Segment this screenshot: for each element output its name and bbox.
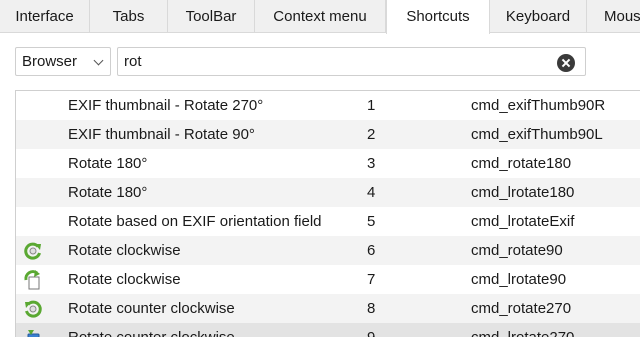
tab-bar: Interface Tabs ToolBar Context menu Shor… xyxy=(0,0,640,34)
tab-tabs[interactable]: Tabs xyxy=(90,0,168,33)
table-row[interactable]: EXIF thumbnail - Rotate 270° 1 cmd_exifT… xyxy=(16,91,640,120)
shortcuts-panel: Browser rot EXIF thumbnail - Rotate 270°… xyxy=(0,34,640,337)
rotate-counterclockwise-file-icon xyxy=(27,330,40,337)
table-row[interactable]: Rotate clockwise 7 cmd_lrotate90 xyxy=(16,265,640,294)
shortcut-key: 2 xyxy=(367,126,376,143)
tab-mouse[interactable]: Mous xyxy=(587,0,640,33)
command-id: cmd_lrotate90 xyxy=(471,271,567,288)
command-name: Rotate counter clockwise xyxy=(68,300,235,317)
command-id: cmd_lrotateExif xyxy=(471,213,575,230)
command-id: cmd_exifThumb90R xyxy=(471,97,606,114)
tab-interface[interactable]: Interface xyxy=(0,0,90,33)
scope-select-value: Browser xyxy=(22,53,78,70)
shortcut-list: EXIF thumbnail - Rotate 270° 1 cmd_exifT… xyxy=(15,90,640,337)
search-input-value: rot xyxy=(124,53,142,70)
shortcut-key: 9 xyxy=(367,323,375,337)
table-row[interactable]: Rotate based on EXIF orientation field 5… xyxy=(16,207,640,236)
shortcut-key: 1 xyxy=(367,97,376,114)
rotate-clockwise-icon xyxy=(24,242,41,260)
shortcut-key: 5 xyxy=(367,213,376,230)
table-row[interactable]: Rotate counter clockwise 8 cmd_rotate270 xyxy=(16,294,640,323)
command-name: Rotate 180° xyxy=(68,184,148,201)
command-id: cmd_exifThumb90L xyxy=(471,126,603,143)
shortcut-key: 6 xyxy=(367,242,376,259)
chevron-down-icon xyxy=(93,55,104,66)
table-row[interactable]: Rotate counter clockwise 9 cmd_lrotate27… xyxy=(16,323,640,337)
tab-toolbar[interactable]: ToolBar xyxy=(168,0,255,33)
shortcut-key: 3 xyxy=(367,155,376,172)
command-id: cmd_rotate180 xyxy=(471,155,572,172)
command-id: cmd_rotate90 xyxy=(471,242,563,259)
command-name: Rotate clockwise xyxy=(68,271,181,288)
table-row[interactable]: Rotate 180° 4 cmd_lrotate180 xyxy=(16,178,640,207)
command-name: Rotate based on EXIF orientation field xyxy=(68,213,322,230)
command-id: cmd_lrotate270 xyxy=(471,323,574,337)
rotate-clockwise-file-icon xyxy=(24,270,40,290)
search-input[interactable]: rot xyxy=(117,47,586,76)
command-name: Rotate counter clockwise xyxy=(68,323,235,337)
table-row[interactable]: Rotate clockwise 6 cmd_rotate90 xyxy=(16,236,640,265)
shortcut-key: 8 xyxy=(367,300,376,317)
tab-keyboard[interactable]: Keyboard xyxy=(490,0,587,33)
scope-select[interactable]: Browser xyxy=(15,47,111,76)
clear-search-icon[interactable] xyxy=(557,54,575,72)
command-id: cmd_rotate270 xyxy=(471,300,572,317)
command-name: EXIF thumbnail - Rotate 90° xyxy=(68,126,255,143)
shortcut-key: 4 xyxy=(367,184,376,201)
tab-context-menu[interactable]: Context menu xyxy=(255,0,386,33)
shortcut-key: 7 xyxy=(367,271,376,288)
command-name: EXIF thumbnail - Rotate 270° xyxy=(68,97,264,114)
table-row[interactable]: Rotate 180° 3 cmd_rotate180 xyxy=(16,149,640,178)
command-id: cmd_lrotate180 xyxy=(471,184,575,201)
command-name: Rotate clockwise xyxy=(68,242,181,259)
rotate-counterclockwise-icon xyxy=(25,300,42,318)
table-row[interactable]: EXIF thumbnail - Rotate 90° 2 cmd_exifTh… xyxy=(16,120,640,149)
tab-shortcuts[interactable]: Shortcuts xyxy=(386,0,490,34)
command-name: Rotate 180° xyxy=(68,155,148,172)
